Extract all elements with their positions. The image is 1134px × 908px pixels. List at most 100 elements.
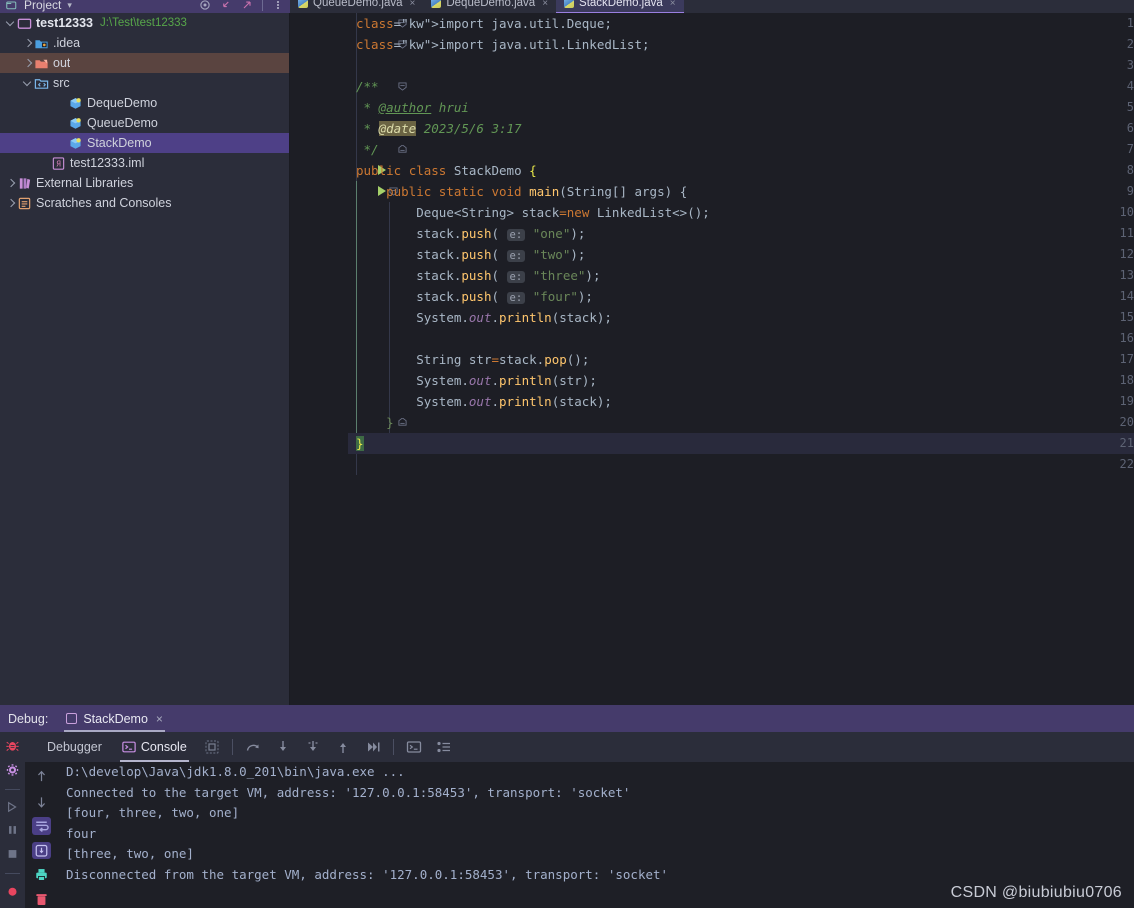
editor-tab-dequedemo-java[interactable]: DequeDemo.java × [423,0,556,13]
expand-arrow-icon[interactable] [241,0,253,11]
debug-action-rail[interactable] [0,732,25,908]
layout-settings-icon[interactable] [204,739,220,755]
watermark: CSDN @biubiubiu0706 [950,884,1122,901]
debug-session-tab[interactable]: StackDemo × [58,705,171,732]
code-line-1[interactable]: 1 class="kw">import java.util.Deque; [348,13,1134,34]
code-line-text [348,55,356,76]
editor-gutter[interactable] [290,13,348,705]
code-line-11[interactable]: 11 stack.push( e: "one"); [348,223,1134,244]
close-icon[interactable]: × [670,0,676,9]
tree-node--idea[interactable]: .idea [0,33,289,53]
step-into-icon[interactable] [275,739,291,755]
run-to-cursor-icon[interactable] [365,739,381,755]
code-line-12[interactable]: 12 stack.push( e: "two"); [348,244,1134,265]
code-line-15[interactable]: 15 System.out.println(stack); [348,307,1134,328]
fold-end-icon[interactable] [398,418,407,427]
code-line-text: /** [356,79,379,94]
tree-node-queuedemo[interactable]: QueueDemo [0,113,289,133]
code-line-16[interactable]: 16 [348,328,1134,349]
tree-node-dequedemo[interactable]: DequeDemo [0,93,289,113]
chevron-down-icon[interactable] [4,17,17,30]
code-line-20[interactable]: 20 } [348,412,1134,433]
line-number: 13 [1119,268,1134,282]
line-number: 15 [1119,310,1134,324]
editor-tab-queuedemo-java[interactable]: QueueDemo.java × [290,0,423,13]
scroll-down-icon[interactable] [32,793,51,811]
code-line-22[interactable]: 22 [348,454,1134,475]
tree-node-stackdemo[interactable]: StackDemo [0,133,289,153]
code-line-17[interactable]: 17 String str=stack.pop(); [348,349,1134,370]
code-line-10[interactable]: 10 Deque<String> stack=new LinkedList<>(… [348,202,1134,223]
tree-node-label: test12333 [36,16,93,30]
code-line-9[interactable]: 9 public static void main(String[] args)… [348,181,1134,202]
tab-console[interactable]: Console [112,732,197,762]
console-gutter[interactable] [25,762,58,908]
pause-program-icon[interactable] [4,823,21,837]
tree-node-src[interactable]: src [0,73,289,93]
code-line-4[interactable]: 4 /** [348,76,1134,97]
fold-collapse-icon[interactable] [398,82,407,91]
stop-program-icon[interactable] [4,847,21,861]
code-line-3[interactable]: 3 [348,55,1134,76]
line-number: 19 [1119,394,1134,408]
chevron-right-icon[interactable] [21,57,34,70]
chevron-right-icon[interactable] [4,177,17,190]
folder-excluded-icon [34,56,49,71]
chevron-right-icon[interactable] [4,197,17,210]
tree-node-external-libraries[interactable]: External Libraries [0,173,289,193]
close-icon[interactable]: × [542,0,548,9]
tree-node-label: Scratches and Consoles [36,196,172,210]
project-tree[interactable]: test12333 J:\Test\test12333 .idea out src Deq… [0,13,290,705]
code-line-21[interactable]: 21} [348,433,1134,454]
print-icon[interactable] [32,866,51,884]
show-console-icon[interactable] [406,739,422,755]
step-over-icon[interactable] [245,739,261,755]
close-icon[interactable]: × [410,0,416,9]
more-options-icon[interactable] [272,0,284,11]
tree-node-scratches-and-consoles[interactable]: Scratches and Consoles [0,193,289,213]
force-step-into-icon[interactable] [305,739,321,755]
scroll-to-end-icon[interactable] [32,841,51,860]
clear-all-icon[interactable] [32,891,51,908]
chevron-down-icon[interactable]: ▾ [67,0,72,11]
code-line-8[interactable]: 8 public class StackDemo { [348,160,1134,181]
collapse-all-icon[interactable] [220,0,232,11]
toolbar-divider [231,739,233,755]
tree-node-test12333-iml[interactable]: Яtest12333.iml [0,153,289,173]
debug-toolbar[interactable]: Debugger Console [25,732,1134,762]
fold-end-icon[interactable] [398,145,407,154]
code-editor[interactable]: 1 class="kw">import java.util.Deque; 2 clas… [290,13,1134,705]
tab-debugger[interactable]: Debugger [37,732,112,762]
scroll-up-icon[interactable] [32,768,51,786]
close-icon[interactable]: × [156,712,163,726]
settings-list-icon[interactable] [436,739,452,755]
code-line-18[interactable]: 18 System.out.println(str); [348,370,1134,391]
code-line-text: */ [356,142,379,157]
settings-gear-icon[interactable] [4,763,21,777]
resume-program-icon[interactable] [4,800,21,814]
mute-breakpoints-icon[interactable] [4,884,21,898]
chevron-right-icon[interactable] [21,37,34,50]
code-line-19[interactable]: 19 System.out.println(stack); [348,391,1134,412]
editor-tab-stackdemo-java[interactable]: StackDemo.java × [556,0,684,13]
code-line-14[interactable]: 14 stack.push( e: "four"); [348,286,1134,307]
code-line-13[interactable]: 13 stack.push( e: "three"); [348,265,1134,286]
editor-code-area[interactable]: 1 class="kw">import java.util.Deque; 2 clas… [348,13,1134,705]
step-out-icon[interactable] [335,739,351,755]
code-line-6[interactable]: 6 * @date 2023/5/6 3:17 [348,118,1134,139]
project-window-icon [6,1,17,10]
code-line-7[interactable]: 7 */ [348,139,1134,160]
tree-node-test12333[interactable]: test12333 J:\Test\test12333 [0,13,289,33]
console-line: [four, three, two, one] [66,805,240,820]
code-line-2[interactable]: 2 class="kw">import java.util.LinkedList; [348,34,1134,55]
console-line: four [66,825,97,841]
soft-wrap-icon[interactable] [32,817,51,835]
line-number: 11 [1119,226,1134,240]
debug-bug-icon[interactable] [4,739,21,753]
chevron-down-icon[interactable] [21,77,34,90]
target-icon[interactable] [199,0,211,11]
tree-node-out[interactable]: out [0,53,289,73]
code-line-5[interactable]: 5 * @author hrui [348,97,1134,118]
code-line-text: } [356,436,364,451]
